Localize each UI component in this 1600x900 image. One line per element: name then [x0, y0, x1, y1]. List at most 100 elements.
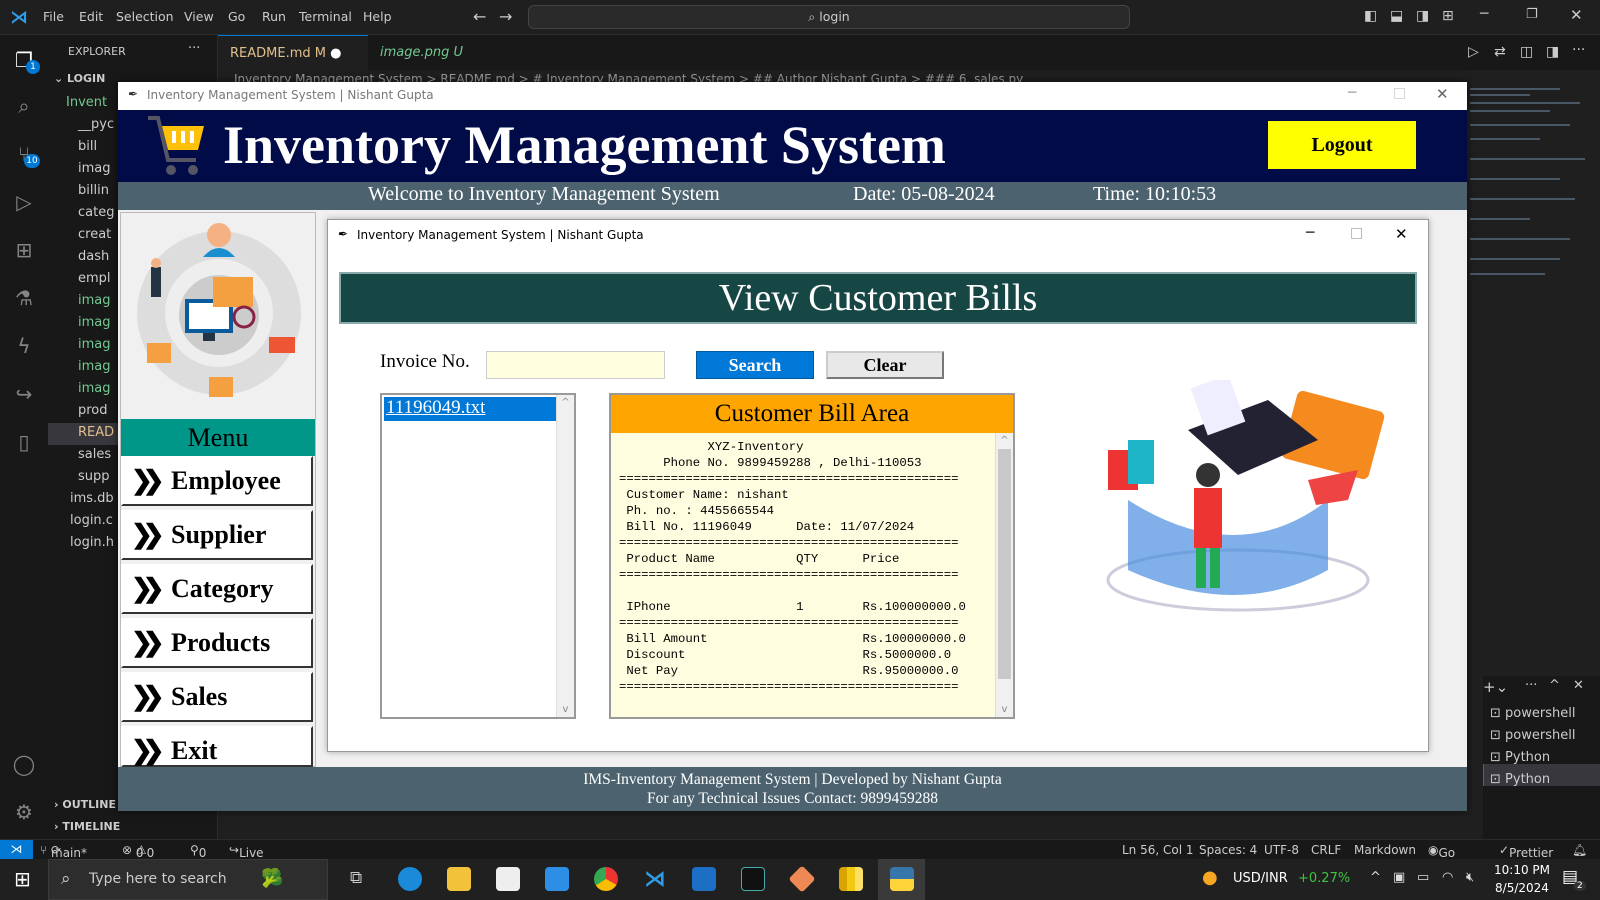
- tab-readme[interactable]: README.md M ●: [218, 35, 368, 70]
- battery-icon[interactable]: ▭: [1417, 870, 1429, 885]
- bill-scrollbar[interactable]: ^ v: [995, 433, 1013, 717]
- prettier-button[interactable]: ✓ Prettier: [1499, 843, 1553, 860]
- media-player-icon[interactable]: [692, 867, 716, 891]
- volume-muted-icon[interactable]: 🔇︎: [1466, 870, 1474, 885]
- store-icon[interactable]: [496, 867, 520, 891]
- menu-help[interactable]: Help: [363, 9, 392, 24]
- account-icon[interactable]: ◯: [12, 752, 36, 776]
- tree-item[interactable]: sales: [78, 447, 111, 462]
- more-actions-icon[interactable]: ···: [188, 41, 200, 56]
- compare-icon[interactable]: ⇄: [1494, 44, 1506, 60]
- mysql-icon[interactable]: [741, 867, 765, 891]
- menu-file[interactable]: File: [43, 9, 64, 24]
- python-app-active[interactable]: [878, 859, 925, 900]
- toggle-panel-icon[interactable]: ⬓: [1390, 8, 1403, 24]
- tree-item[interactable]: creat: [78, 227, 111, 242]
- command-center-search[interactable]: ⌕ login: [528, 5, 1130, 29]
- menu-products-button[interactable]: ❯❯ Products: [121, 618, 313, 668]
- explorer-icon[interactable]: ❐ 1: [12, 48, 40, 74]
- indentation[interactable]: Spaces: 4: [1199, 843, 1257, 857]
- tree-item[interactable]: prod: [78, 403, 108, 418]
- toggle-secondary-sidebar-icon[interactable]: ◨: [1416, 8, 1429, 24]
- ports-indicator[interactable]: ⚲ 0: [190, 843, 206, 860]
- tree-item[interactable]: READ: [78, 425, 114, 440]
- tray-chevron-icon[interactable]: ^: [1370, 870, 1381, 885]
- terminal-item[interactable]: ⊡ Python: [1490, 750, 1550, 765]
- tree-item[interactable]: imag: [78, 293, 111, 308]
- scroll-down-icon[interactable]: v: [557, 704, 574, 715]
- tree-item[interactable]: bill: [78, 139, 97, 154]
- run-debug-icon[interactable]: ▷: [12, 190, 36, 214]
- menu-supplier-button[interactable]: ❯❯ Supplier: [121, 510, 313, 560]
- mail-icon[interactable]: [545, 867, 569, 891]
- tree-item[interactable]: supp: [78, 469, 110, 484]
- menu-selection[interactable]: Selection: [116, 9, 174, 24]
- scroll-up-icon[interactable]: ^: [996, 433, 1013, 446]
- chrome-icon[interactable]: [594, 867, 618, 891]
- cursor-position[interactable]: Ln 56, Col 1: [1122, 843, 1194, 857]
- logout-button[interactable]: Logout: [1268, 121, 1416, 169]
- lightning-icon[interactable]: ϟ: [12, 334, 36, 358]
- vscode-icon[interactable]: ⋊: [643, 867, 667, 892]
- tree-item[interactable]: dash: [78, 249, 109, 264]
- menu-category-button[interactable]: ❯❯ Category: [121, 564, 313, 614]
- split-editor-icon[interactable]: ◨: [1546, 44, 1559, 60]
- tree-item[interactable]: login.h: [70, 535, 114, 550]
- power-bi-icon[interactable]: [839, 867, 863, 891]
- close-icon[interactable]: ✕: [1570, 6, 1583, 24]
- encoding[interactable]: UTF-8: [1264, 843, 1299, 857]
- tree-item[interactable]: imag: [78, 359, 111, 374]
- remote-icon[interactable]: ⋊: [0, 840, 33, 860]
- back-arrow-icon[interactable]: ←: [473, 7, 486, 26]
- maximize-icon[interactable]: □: [1393, 85, 1406, 101]
- problems-indicator[interactable]: ⊗ 0 ⚠ 0: [122, 843, 154, 860]
- tree-item[interactable]: empl: [78, 271, 111, 286]
- live-share-icon[interactable]: ↪: [12, 382, 36, 406]
- timeline-section[interactable]: › TIMELINE: [54, 820, 120, 833]
- bill-file-list[interactable]: 11196049.txt ^ v: [380, 393, 576, 719]
- tree-item[interactable]: ims.db: [70, 491, 114, 506]
- go-live-button[interactable]: ◉ Go Live: [1428, 843, 1463, 874]
- tree-item[interactable]: imag: [78, 337, 111, 352]
- ticker-change[interactable]: +0.27%: [1298, 871, 1350, 886]
- source-control-icon[interactable]: ⑂ 10: [12, 142, 40, 168]
- task-view-icon[interactable]: ⧉: [350, 868, 362, 888]
- list-item[interactable]: 11196049.txt: [384, 397, 556, 421]
- tree-item[interactable]: billin: [78, 183, 109, 198]
- edge-icon[interactable]: [398, 867, 422, 891]
- terminal-more-icon[interactable]: ···: [1525, 678, 1537, 693]
- menu-exit-button[interactable]: ❯❯ Exit: [121, 726, 313, 767]
- close-icon[interactable]: ✕: [1395, 225, 1408, 243]
- menu-employee-button[interactable]: ❯❯ Employee: [121, 456, 313, 506]
- outline-section[interactable]: › OUTLINE: [54, 798, 116, 811]
- tree-item[interactable]: imag: [78, 315, 111, 330]
- language-mode[interactable]: Markdown: [1354, 843, 1416, 857]
- new-terminal-icon[interactable]: +⌄: [1483, 678, 1508, 696]
- more-icon[interactable]: ···: [1572, 42, 1585, 58]
- minimize-icon[interactable]: ─: [1306, 225, 1314, 241]
- tree-item[interactable]: __pyc: [78, 117, 114, 132]
- file-explorer-icon[interactable]: [447, 867, 471, 891]
- windows-start-icon[interactable]: ⊞: [14, 867, 31, 891]
- menu-go[interactable]: Go: [228, 9, 245, 24]
- taskbar-search[interactable]: ⌕ Type here to search 🥦: [48, 859, 328, 900]
- menu-view[interactable]: View: [184, 9, 214, 24]
- list-scrollbar[interactable]: ^ v: [556, 395, 574, 717]
- close-icon[interactable]: ✕: [1436, 85, 1449, 103]
- tab-image[interactable]: image.png U: [368, 35, 475, 70]
- preview-icon[interactable]: ◫: [1520, 44, 1533, 60]
- notification-bell-icon[interactable]: 🔔︎: [1572, 843, 1587, 857]
- tree-item[interactable]: categ: [78, 205, 114, 220]
- ticker-name[interactable]: USD/INR: [1233, 871, 1288, 886]
- menu-edit[interactable]: Edit: [79, 9, 103, 24]
- clock-time[interactable]: 10:10 PM: [1494, 863, 1550, 877]
- scroll-thumb[interactable]: [998, 449, 1011, 679]
- terminal-item[interactable]: ⊡ powershell: [1490, 706, 1575, 721]
- line-ending[interactable]: CRLF: [1311, 843, 1341, 857]
- bill-text[interactable]: XYZ-Inventory Phone No. 9899459288 , Del…: [619, 439, 966, 695]
- clock-date[interactable]: 8/5/2024: [1494, 881, 1550, 895]
- layout-icon[interactable]: ⊞: [1442, 8, 1454, 24]
- run-icon[interactable]: ▷: [1468, 44, 1479, 60]
- minimap[interactable]: [1470, 88, 1590, 288]
- maximize-icon[interactable]: ❐: [1526, 7, 1538, 22]
